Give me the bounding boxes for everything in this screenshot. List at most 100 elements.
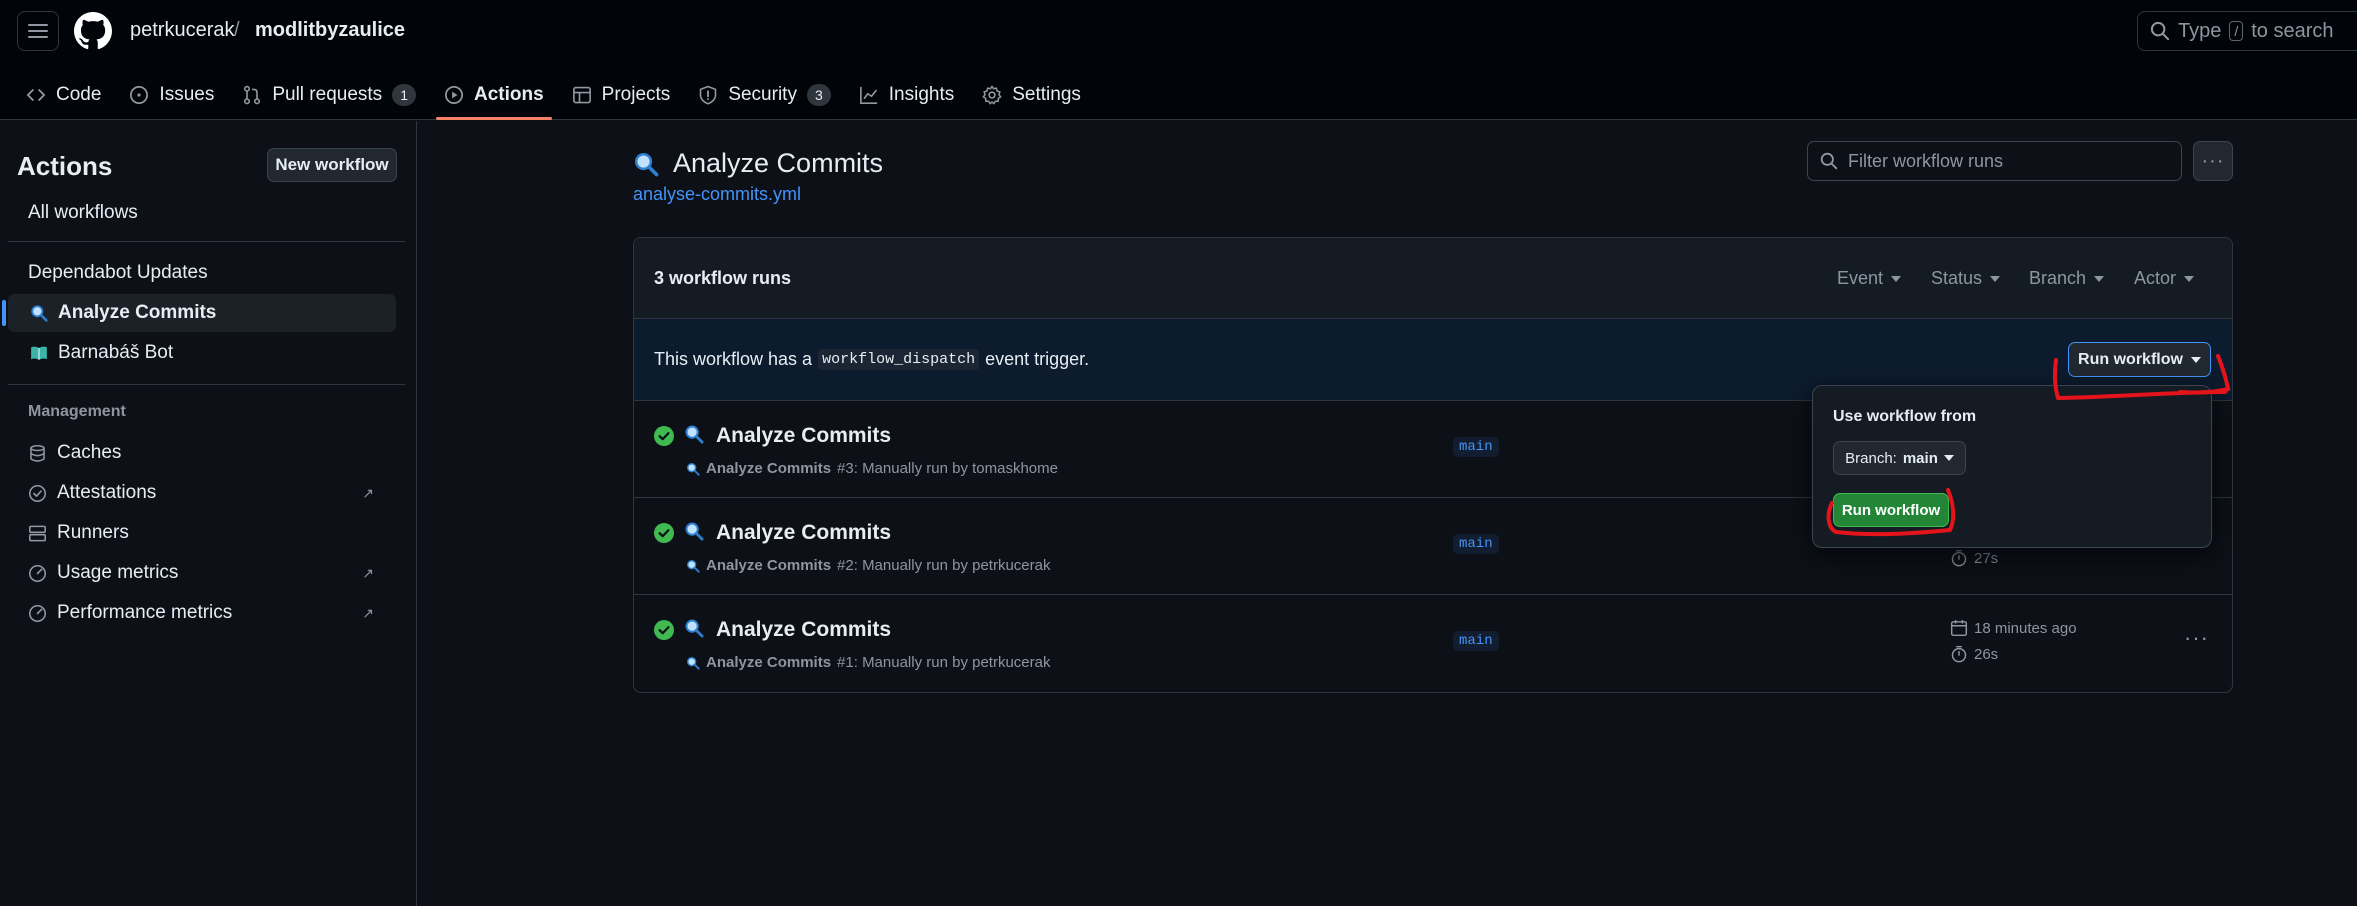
caret-down-icon <box>2184 275 2195 282</box>
dispatch-text-pre: This workflow has a <box>654 349 813 369</box>
run-title[interactable]: Analyze Commits <box>716 521 891 545</box>
branch-badge[interactable]: main <box>1453 437 1499 457</box>
event-filter[interactable]: Event <box>1837 268 1902 289</box>
magnifier-icon <box>634 152 659 176</box>
sidebar-item-caches[interactable]: Caches <box>8 434 396 472</box>
search-icon <box>1820 152 1838 170</box>
table-icon <box>572 86 591 104</box>
sidebar-item-performance-metrics[interactable]: Performance metrics ↗ <box>8 594 396 632</box>
sidebar-title: Actions <box>17 151 113 181</box>
sidebar-item-label: Dependabot Updates <box>28 262 208 283</box>
search-shortcut-key: / <box>2229 21 2244 41</box>
branch-badge[interactable]: main <box>1453 534 1499 554</box>
sidebar-item-usage-metrics[interactable]: Usage metrics ↗ <box>8 554 396 592</box>
search-text-pre: Type <box>2178 19 2222 42</box>
sidebar-item-label: All workflows <box>28 202 138 223</box>
tab-actions-label: Actions <box>473 84 544 105</box>
issue-icon <box>130 86 149 104</box>
tab-security[interactable]: Security 3 <box>684 70 844 120</box>
breadcrumb-repo[interactable]: modlitbyzaulice <box>255 19 405 42</box>
external-link-icon: ↗ <box>362 484 374 501</box>
run-workflow-label: Run workflow <box>2078 350 2183 368</box>
repo-nav: Code Issues Pull requests 1 Actions Proj… <box>0 70 1095 120</box>
runs-count: 3 workflow runs <box>654 268 792 288</box>
tab-actions[interactable]: Actions <box>430 70 558 120</box>
shield-icon <box>700 85 717 105</box>
run-date-text: 18 minutes ago <box>1974 619 2077 637</box>
check-circle-icon <box>654 620 674 640</box>
actions-sidebar: Actions New workflow All workflows Depen… <box>0 121 417 906</box>
caret-down-icon <box>2094 275 2105 282</box>
run-workflow-name: Analyze Commits <box>706 654 832 671</box>
tab-issues[interactable]: Issues <box>115 70 228 120</box>
run-workflow-submit-button[interactable]: Run workflow <box>1833 493 1949 527</box>
run-detail: #2: Manually run by petrkucerak <box>837 557 1051 574</box>
sidebar-item-barnabas-bot[interactable]: Barnabáš Bot <box>8 334 396 372</box>
check-circle-icon <box>654 426 674 446</box>
sidebar-item-label: Barnabáš Bot <box>58 342 174 363</box>
workflow-title-text: Analyze Commits <box>673 148 884 178</box>
run-subtitle: Analyze Commits #1: Manually run by petr… <box>686 654 1051 671</box>
meter-icon <box>29 564 46 582</box>
github-logo-icon[interactable] <box>74 12 112 50</box>
run-detail: #3: Manually run by tomaskhome <box>837 460 1058 477</box>
menu-button[interactable] <box>17 11 59 51</box>
tab-pull-requests[interactable]: Pull requests 1 <box>228 70 430 120</box>
tab-settings-label: Settings <box>1012 84 1081 105</box>
pull-request-icon <box>244 85 261 105</box>
new-workflow-button[interactable]: New workflow <box>267 148 397 182</box>
tab-insights[interactable]: Insights <box>845 70 968 120</box>
branch-select-button[interactable]: Branch: main <box>1833 441 1966 475</box>
sidebar-divider <box>8 384 405 385</box>
graph-icon <box>859 86 877 104</box>
verified-icon <box>29 484 46 502</box>
global-search[interactable]: Type / to search <box>2137 11 2357 51</box>
workflow-more-options-button[interactable]: ··· <box>2193 141 2233 181</box>
caret-down-icon <box>1943 455 1954 461</box>
filter-label: Event <box>1837 268 1884 288</box>
run-workflow-dropdown-button[interactable]: Run workflow <box>2068 342 2211 377</box>
dispatch-text-post: event trigger. <box>985 349 1090 369</box>
magnifier-icon <box>685 619 704 638</box>
dispatch-code: workflow_dispatch <box>818 349 980 370</box>
branch-filter[interactable]: Branch <box>2029 268 2105 289</box>
branch-prefix: Branch: <box>1845 449 1897 467</box>
breadcrumb-separator: / <box>234 19 240 41</box>
top-header: petrkucerak / modlitbyzaulice Type / to … <box>0 0 2357 120</box>
caret-down-icon <box>2190 356 2201 363</box>
run-title[interactable]: Analyze Commits <box>716 618 891 642</box>
filter-workflow-runs-input[interactable]: Filter workflow runs <box>1807 141 2182 181</box>
hamburger-icon <box>28 24 48 38</box>
calendar-icon <box>1950 620 1968 637</box>
sidebar-item-analyze-commits[interactable]: Analyze Commits <box>2 294 396 332</box>
stopwatch-icon <box>1951 645 1967 663</box>
tab-insights-label: Insights <box>888 84 955 105</box>
actor-filter[interactable]: Actor <box>2134 268 2195 289</box>
search-icon <box>2150 21 2170 41</box>
magnifier-icon <box>687 462 700 476</box>
run-workflow-name: Analyze Commits <box>706 557 832 574</box>
workflow-run-row[interactable]: Analyze Commits Analyze Commits #1: Manu… <box>634 595 2232 692</box>
tab-projects[interactable]: Projects <box>558 70 685 120</box>
workflow-file-link[interactable]: analyse-commits.yml <box>633 184 801 205</box>
tab-code[interactable]: Code <box>0 70 115 120</box>
status-filter[interactable]: Status <box>1931 268 2001 289</box>
sidebar-item-all-workflows[interactable]: All workflows <box>8 194 396 232</box>
stopwatch-icon <box>1951 549 1967 567</box>
run-more-options-button[interactable]: ··· <box>2184 625 2209 651</box>
breadcrumb-owner[interactable]: petrkucerak <box>130 19 235 42</box>
caret-down-icon <box>1990 275 2001 282</box>
sidebar-item-label: Performance metrics <box>57 602 233 623</box>
tab-settings[interactable]: Settings <box>968 70 1095 120</box>
sidebar-item-attestations[interactable]: Attestations ↗ <box>8 474 396 512</box>
gear-icon <box>982 85 1002 105</box>
sidebar-item-label: Attestations <box>57 482 157 503</box>
run-title[interactable]: Analyze Commits <box>716 424 891 448</box>
tab-code-label: Code <box>56 84 102 105</box>
sidebar-item-label: Caches <box>57 442 122 463</box>
branch-value: main <box>1902 449 1938 467</box>
sidebar-item-runners[interactable]: Runners <box>8 514 396 552</box>
check-circle-icon <box>654 523 674 543</box>
branch-badge[interactable]: main <box>1453 631 1499 651</box>
sidebar-item-dependabot-updates[interactable]: Dependabot Updates <box>8 254 396 292</box>
